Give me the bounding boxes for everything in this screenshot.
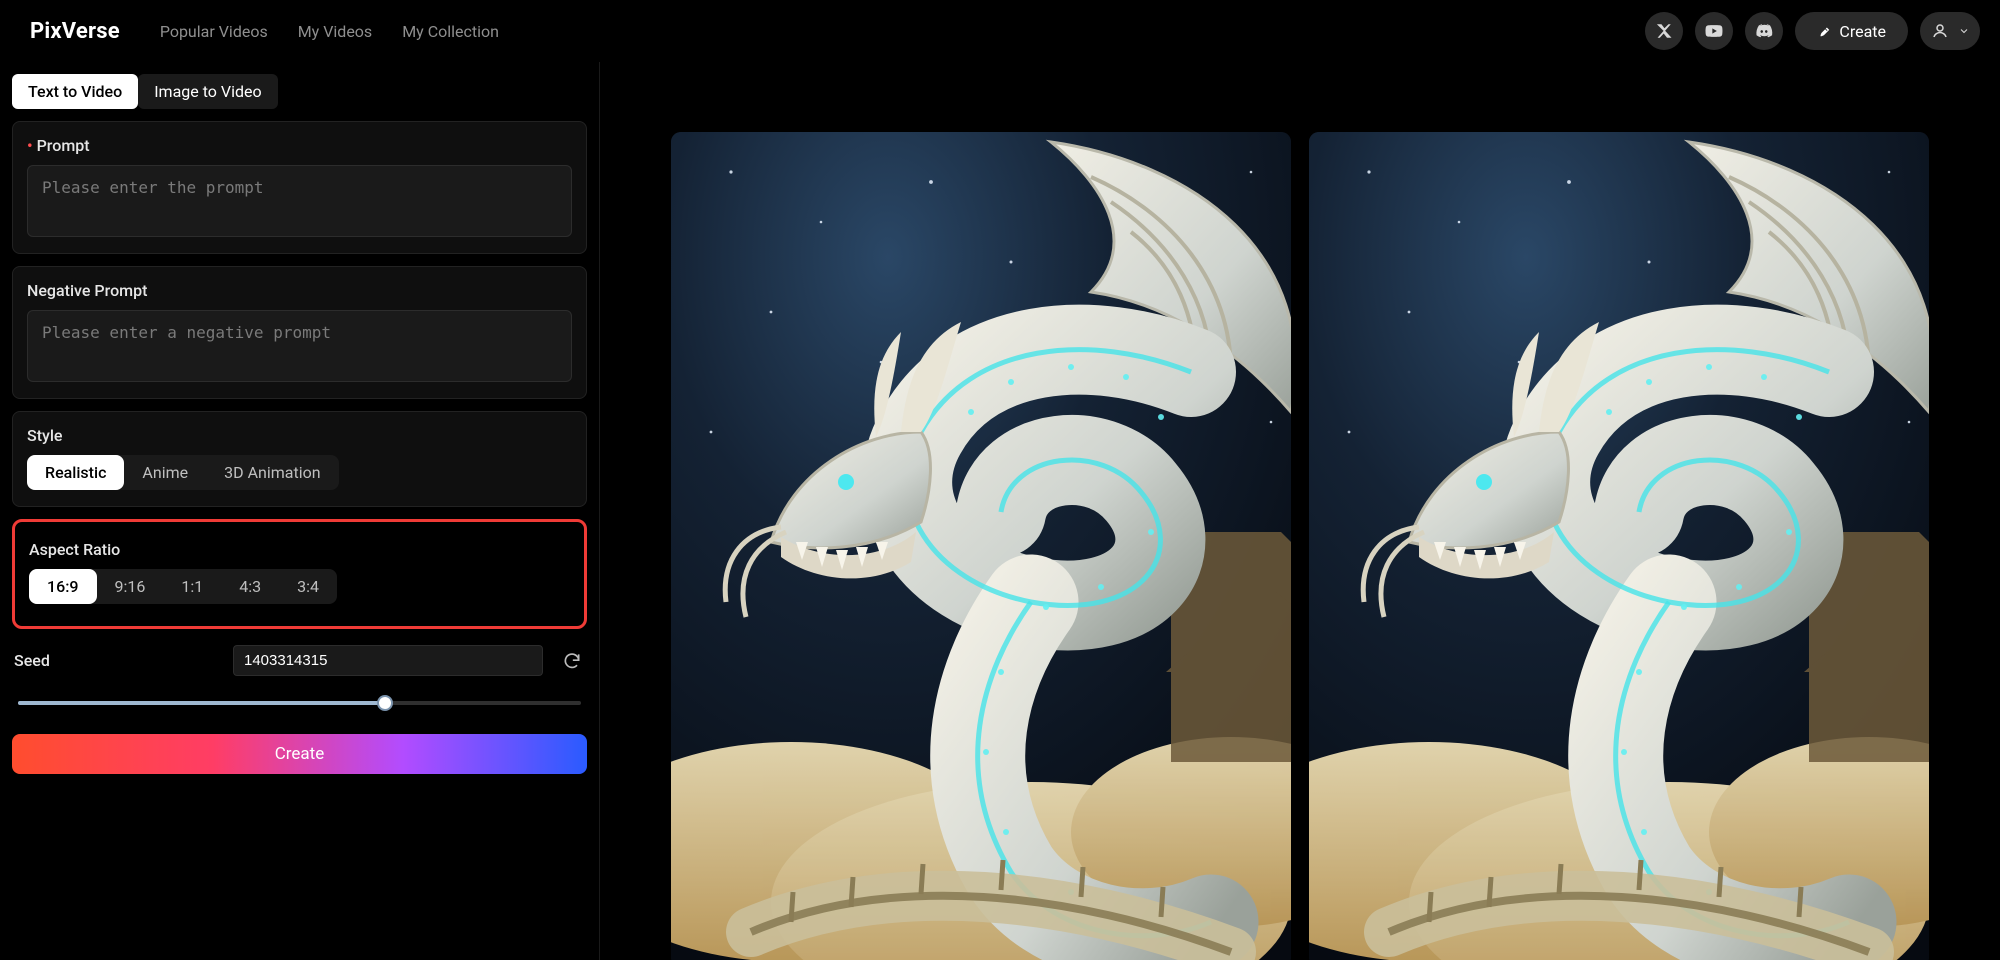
- header-left: PixVerse Popular Videos My Videos My Col…: [30, 19, 499, 44]
- user-menu[interactable]: [1920, 12, 1980, 50]
- aspect-ratio-16-9[interactable]: 16:9: [29, 569, 97, 604]
- refresh-icon: [562, 651, 582, 671]
- prompt-label-text: Prompt: [37, 136, 90, 155]
- aspect-ratio-9-16[interactable]: 9:16: [97, 569, 164, 604]
- seed-label: Seed: [14, 651, 50, 670]
- preview-thumbnail-1[interactable]: [671, 132, 1291, 960]
- style-option-anime[interactable]: Anime: [124, 455, 206, 490]
- mode-tabs: Text to Video Image to Video: [12, 74, 587, 109]
- user-icon: [1928, 19, 1952, 43]
- dragon-illustration-1: [671, 132, 1291, 960]
- aspect-ratio-1-1[interactable]: 1:1: [163, 569, 221, 604]
- main: Text to Video Image to Video •Prompt Neg…: [0, 62, 2000, 960]
- nav-popular-videos[interactable]: Popular Videos: [160, 22, 268, 41]
- header-create-label: Create: [1839, 22, 1886, 41]
- nav-my-videos[interactable]: My Videos: [298, 22, 372, 41]
- prompt-label: •Prompt: [27, 136, 572, 155]
- x-icon[interactable]: [1645, 12, 1683, 50]
- youtube-icon[interactable]: [1695, 12, 1733, 50]
- negative-prompt-panel: Negative Prompt: [12, 266, 587, 399]
- style-label: Style: [27, 426, 572, 445]
- prompt-input[interactable]: [27, 165, 572, 237]
- slider-fill: [18, 701, 389, 705]
- nav-my-collection[interactable]: My Collection: [402, 22, 499, 41]
- aspect-ratio-options: 16:9 9:16 1:1 4:3 3:4: [29, 569, 337, 604]
- slider-thumb[interactable]: [377, 695, 393, 711]
- aspect-ratio-label: Aspect Ratio: [29, 540, 570, 559]
- style-options: Realistic Anime 3D Animation: [27, 455, 339, 490]
- discord-icon[interactable]: [1745, 12, 1783, 50]
- seed-input[interactable]: [233, 645, 543, 676]
- style-option-realistic[interactable]: Realistic: [27, 455, 124, 490]
- negative-prompt-label: Negative Prompt: [27, 281, 572, 300]
- seed-row: Seed: [14, 645, 585, 676]
- brand-logo[interactable]: PixVerse: [30, 19, 120, 44]
- seed-panel: Seed: [12, 641, 587, 718]
- aspect-ratio-panel: Aspect Ratio 16:9 9:16 1:1 4:3 3:4: [12, 519, 587, 629]
- negative-prompt-input[interactable]: [27, 310, 572, 382]
- prompt-panel: •Prompt: [12, 121, 587, 254]
- seed-slider[interactable]: [14, 692, 585, 714]
- style-option-3d-animation[interactable]: 3D Animation: [206, 455, 338, 490]
- create-button-label: Create: [275, 744, 325, 764]
- preview-thumbnail-2[interactable]: [1309, 132, 1929, 960]
- header-right: Create: [1645, 12, 1980, 50]
- brush-icon: [1817, 24, 1831, 38]
- tab-image-to-video[interactable]: Image to Video: [138, 74, 277, 109]
- app-header: PixVerse Popular Videos My Videos My Col…: [0, 0, 2000, 62]
- preview-grid: [640, 132, 1960, 960]
- tab-text-to-video[interactable]: Text to Video: [12, 74, 138, 109]
- caret-down-icon: [1958, 25, 1970, 37]
- top-nav: Popular Videos My Videos My Collection: [160, 22, 499, 41]
- dragon-illustration-2: [1309, 132, 1929, 960]
- seed-refresh-button[interactable]: [559, 648, 585, 674]
- aspect-ratio-3-4[interactable]: 3:4: [279, 569, 337, 604]
- preview-area: [600, 62, 2000, 960]
- aspect-ratio-4-3[interactable]: 4:3: [221, 569, 279, 604]
- generation-sidebar: Text to Video Image to Video •Prompt Neg…: [0, 62, 600, 960]
- style-panel: Style Realistic Anime 3D Animation: [12, 411, 587, 507]
- create-button[interactable]: Create: [12, 734, 587, 774]
- header-create-button[interactable]: Create: [1795, 12, 1908, 50]
